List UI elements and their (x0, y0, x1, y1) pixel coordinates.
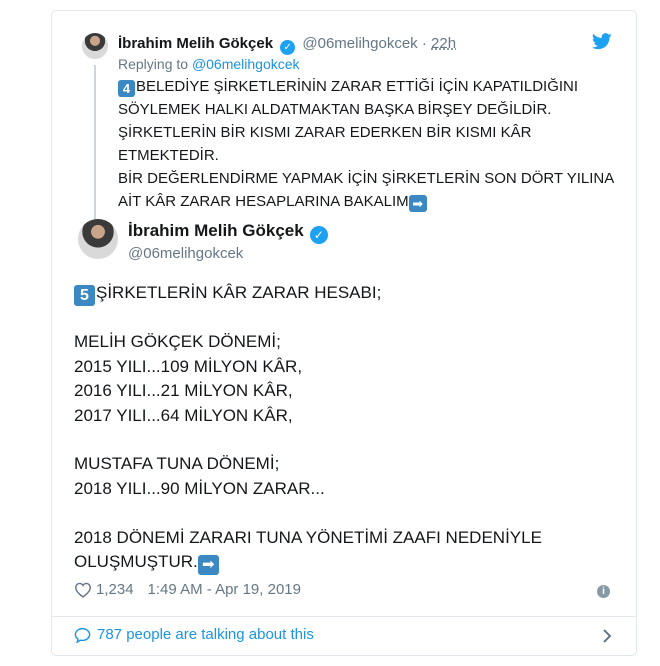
divider (52, 616, 636, 617)
tweet-time[interactable]: 22h (431, 35, 456, 52)
main-tweet-author[interactable]: İbrahim Melih Gökçek ✓ (128, 221, 331, 244)
avatar[interactable] (82, 33, 108, 59)
comment-bubble-icon (74, 627, 91, 643)
author-handle[interactable]: @06melihgokcek (128, 245, 243, 262)
right-arrow-icon: ➡ (197, 555, 219, 576)
main-tweet-body: ŞİRKETLERİN KÂR ZARAR HESABI; MELİH GÖKÇ… (74, 283, 542, 572)
replying-to: Replying to @06melihgokcek (118, 56, 300, 72)
right-arrow-icon: ➡ (408, 195, 427, 212)
avatar[interactable] (78, 219, 118, 259)
parent-tweet-header: İbrahim Melih Gökçek ✓ @06melihgokcek · … (118, 35, 456, 55)
reply-handle-link[interactable]: @06melihgokcek (192, 56, 300, 72)
like-count[interactable]: 1,234 (96, 581, 134, 598)
parent-tweet-text: 4 BELEDİYE ŞİRKETLERİNİN ZARAR ETTİĞİ İÇİ… (118, 75, 624, 213)
keycap-five-icon: 5 (74, 285, 95, 306)
twitter-bird-icon[interactable] (592, 33, 612, 50)
verified-icon: ✓ (309, 226, 328, 244)
author-name[interactable]: İbrahim Melih Gökçek (128, 221, 304, 240)
main-tweet-text: 5 ŞİRKETLERİN KÂR ZARAR HESABI; MELİH GÖK… (74, 281, 619, 576)
reply-prefix: Replying to (118, 56, 189, 72)
talking-count-text[interactable]: 787 people are talking about this (97, 626, 314, 643)
timestamp[interactable]: 1:49 AM - Apr 19, 2019 (148, 581, 301, 598)
thread-line (94, 65, 96, 230)
author-handle[interactable]: @06melihgokcek (302, 35, 417, 52)
separator: · (421, 35, 427, 52)
heart-icon[interactable] (74, 582, 92, 598)
conversation-link[interactable]: 787 people are talking about this (74, 626, 314, 643)
keycap-four-icon: 4 (118, 80, 135, 97)
author-name[interactable]: İbrahim Melih Gökçek (118, 35, 273, 52)
tweet-meta: 1,234 1:49 AM - Apr 19, 2019 (74, 581, 301, 598)
tweet-card: İbrahim Melih Gökçek ✓ @06melihgokcek · … (51, 10, 637, 656)
info-icon[interactable]: i (597, 585, 610, 598)
parent-tweet-body: BELEDİYE ŞİRKETLERİNİN ZARAR ETTİĞİ İÇİN… (118, 78, 614, 210)
chevron-right-icon[interactable] (602, 628, 612, 644)
verified-icon: ✓ (280, 40, 296, 55)
